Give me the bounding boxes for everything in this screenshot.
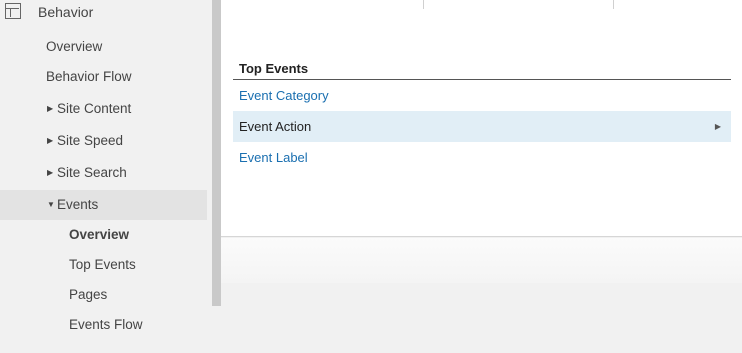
sidebar-item-label: Site Search bbox=[57, 165, 127, 180]
sidebar-item-overview[interactable]: Overview bbox=[0, 33, 207, 61]
sidebar-subitem-overview[interactable]: Overview bbox=[0, 221, 207, 249]
sidebar-item-site-speed[interactable]: ▶ Site Speed bbox=[0, 127, 207, 155]
triangle-right-icon: ▶ bbox=[47, 168, 54, 178]
divider bbox=[613, 0, 614, 9]
section-title: Behavior bbox=[38, 4, 94, 20]
sidebar-item-label: Site Content bbox=[57, 101, 132, 116]
triangle-right-icon: ▶ bbox=[47, 104, 54, 114]
triangle-right-icon: ▶ bbox=[47, 136, 54, 146]
scrollbar-gutter bbox=[212, 306, 221, 353]
row-event-category[interactable]: Event Category bbox=[233, 80, 731, 111]
sidebar-item-label: Site Speed bbox=[57, 133, 124, 148]
triangle-right-icon: ▶ bbox=[714, 122, 721, 131]
sidebar-subitem-events-flow[interactable]: Events Flow bbox=[0, 311, 207, 339]
section-behavior[interactable]: Behavior bbox=[0, 0, 212, 24]
sidebar-item-label: Overview bbox=[69, 227, 130, 242]
triangle-down-icon: ▼ bbox=[47, 200, 55, 210]
sidebar-item-label: Behavior Flow bbox=[46, 69, 132, 84]
sidebar-item-site-search[interactable]: ▶ Site Search bbox=[0, 159, 207, 187]
sidebar-subitem-pages[interactable]: Pages bbox=[0, 281, 207, 309]
table-title: Top Events bbox=[239, 61, 309, 76]
row-label: Event Action bbox=[239, 119, 312, 134]
layout-icon bbox=[5, 3, 21, 19]
sidebar: Behavior Overview Behavior Flow ▶ Site Co… bbox=[0, 0, 212, 353]
sidebar-item-label: Events bbox=[57, 197, 99, 212]
sidebar-item-label: Top Events bbox=[69, 257, 136, 272]
row-label[interactable]: Event Label bbox=[239, 150, 308, 165]
sidebar-item-label: Events Flow bbox=[69, 317, 143, 332]
sidebar-item-behavior-flow[interactable]: Behavior Flow bbox=[0, 63, 207, 91]
row-event-action[interactable]: Event Action ▶ bbox=[233, 111, 731, 142]
divider bbox=[423, 0, 424, 9]
sidebar-scrollbar[interactable] bbox=[212, 0, 221, 306]
sidebar-item-label: Pages bbox=[69, 287, 108, 302]
row-label[interactable]: Event Category bbox=[239, 88, 329, 103]
row-event-label[interactable]: Event Label bbox=[233, 142, 731, 173]
main-footer bbox=[221, 238, 742, 283]
sidebar-item-events[interactable]: ▼ Events bbox=[0, 190, 207, 220]
sidebar-item-label: Overview bbox=[46, 39, 103, 54]
sidebar-subitem-top-events[interactable]: Top Events bbox=[0, 251, 207, 279]
sidebar-item-site-content[interactable]: ▶ Site Content bbox=[0, 95, 207, 123]
